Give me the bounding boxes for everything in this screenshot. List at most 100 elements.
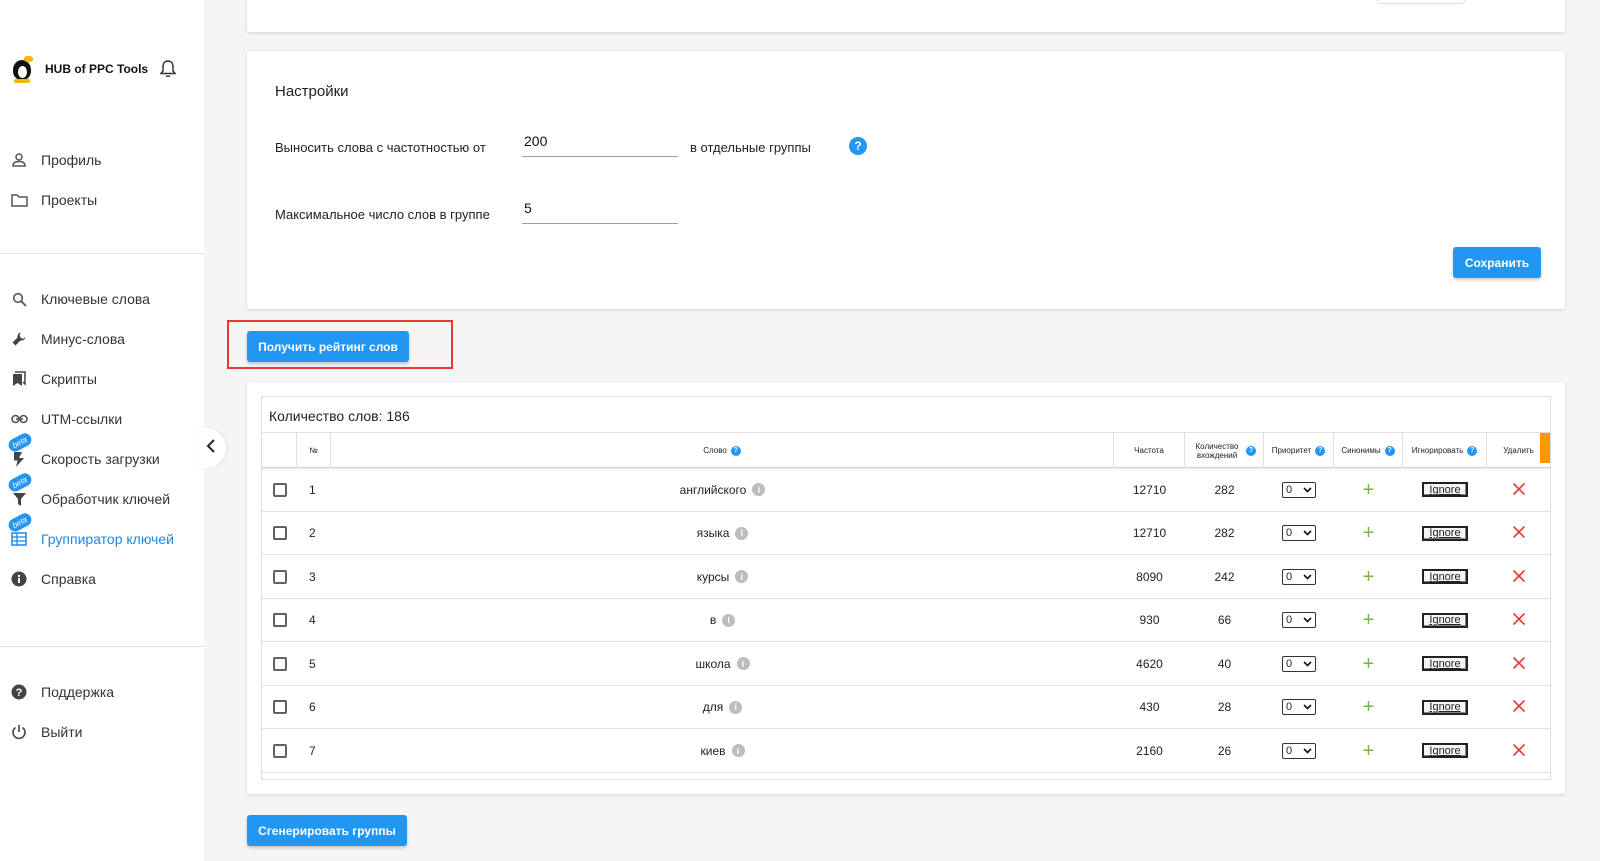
- generate-groups-button[interactable]: Сгенерировать группы: [247, 815, 407, 846]
- row-checkbox[interactable]: [272, 569, 287, 584]
- add-synonym-plus-icon[interactable]: +: [1363, 654, 1375, 674]
- header-priority-label: Приоритет: [1271, 446, 1312, 455]
- info-icon[interactable]: i: [722, 613, 736, 627]
- table-body: 1 английского i 12710 282 0 + Ignore 2 яз…: [262, 468, 1550, 773]
- priority-select[interactable]: 0: [1282, 481, 1316, 498]
- add-synonym-plus-icon[interactable]: +: [1363, 567, 1375, 587]
- help-icon[interactable]: ?: [730, 445, 741, 456]
- help-icon[interactable]: ?: [1315, 445, 1326, 456]
- row-synonyms-cell: +: [1334, 729, 1403, 772]
- ignore-button[interactable]: Ignore: [1422, 482, 1468, 497]
- sidebar-item-key-processor[interactable]: beta Обработчик ключей: [0, 471, 204, 519]
- row-checkbox[interactable]: [272, 482, 287, 497]
- sidebar-item-keywords[interactable]: Ключевые слова: [0, 279, 204, 319]
- row-occurrences: 66: [1217, 613, 1232, 627]
- add-synonym-plus-icon[interactable]: +: [1363, 480, 1375, 500]
- sidebar-item-logout[interactable]: Выйти: [0, 712, 204, 752]
- row-checkbox[interactable]: [272, 700, 287, 714]
- table-header: № Слово? Частота Количество вхождений? П…: [262, 432, 1550, 468]
- delete-x-icon[interactable]: [1512, 480, 1526, 500]
- sidebar-item-help[interactable]: Справка: [0, 559, 204, 599]
- priority-select[interactable]: 0: [1282, 699, 1316, 715]
- row-frequency: 8090: [1136, 569, 1163, 584]
- info-icon[interactable]: i: [752, 483, 766, 496]
- get-word-rating-button[interactable]: Получить рейтинг слов: [247, 331, 409, 362]
- delete-x-icon[interactable]: [1512, 567, 1526, 587]
- row-word: в: [709, 613, 717, 627]
- ignore-button[interactable]: Ignore: [1422, 699, 1468, 715]
- max-words-label: Максимальное число слов в группе: [275, 207, 490, 222]
- add-synonym-plus-icon[interactable]: +: [1363, 697, 1375, 717]
- info-icon[interactable]: i: [731, 744, 745, 757]
- row-checkbox[interactable]: [272, 613, 287, 627]
- sidebar-item-negative-words[interactable]: Минус-слова: [0, 319, 204, 359]
- priority-value: 0: [1286, 701, 1293, 713]
- info-icon[interactable]: i: [729, 700, 743, 714]
- help-icon[interactable]: ?: [1246, 445, 1256, 456]
- header-priority[interactable]: Приоритет?: [1264, 433, 1334, 468]
- scrollbar-thumb[interactable]: [1540, 433, 1550, 463]
- add-synonym-plus-icon[interactable]: +: [1363, 610, 1375, 630]
- ignore-button[interactable]: Ignore: [1422, 569, 1468, 584]
- add-synonym-plus-icon[interactable]: +: [1363, 523, 1375, 543]
- sidebar-item-label: Скорость загрузки: [41, 451, 160, 467]
- delete-x-icon[interactable]: [1512, 741, 1526, 761]
- priority-value: 0: [1286, 570, 1293, 583]
- table-row: 6 для i 430 28 0 + Ignore: [262, 686, 1550, 729]
- brand[interactable]: HUB of PPC Tools: [8, 52, 177, 86]
- priority-select[interactable]: 0: [1282, 568, 1316, 585]
- row-checkbox[interactable]: [272, 743, 287, 758]
- ignore-button[interactable]: Ignore: [1422, 525, 1468, 541]
- header-frequency[interactable]: Частота: [1114, 433, 1185, 468]
- priority-value: 0: [1286, 657, 1293, 670]
- save-button[interactable]: Сохранить: [1453, 247, 1541, 278]
- row-occurrences: 28: [1217, 700, 1232, 714]
- freq-input[interactable]: 200: [522, 129, 678, 157]
- priority-select[interactable]: 0: [1282, 525, 1316, 541]
- header-word[interactable]: Слово?: [331, 433, 1114, 468]
- max-words-input[interactable]: 5: [522, 196, 678, 224]
- sidebar-item-profile[interactable]: Профиль: [0, 140, 204, 180]
- row-checkbox[interactable]: [272, 526, 287, 540]
- add-synonym-plus-icon[interactable]: +: [1363, 741, 1375, 761]
- row-delete-cell: [1487, 686, 1550, 729]
- flash-icon: beta: [6, 431, 34, 468]
- priority-select[interactable]: 0: [1282, 612, 1316, 628]
- ignore-button[interactable]: Ignore: [1422, 743, 1468, 758]
- header-synonyms[interactable]: Синонимы?: [1334, 433, 1403, 468]
- sidebar-item-utm-links[interactable]: UTM-ссылки: [0, 399, 204, 439]
- row-word: курсы: [696, 569, 730, 584]
- priority-select[interactable]: 0: [1282, 655, 1316, 672]
- sidebar-item-scripts[interactable]: Скрипты: [0, 359, 204, 399]
- sidebar-item-support[interactable]: ? Поддержка: [0, 672, 204, 712]
- sidebar-item-load-speed[interactable]: beta Скорость загрузки: [0, 431, 204, 479]
- link-icon: [10, 410, 28, 428]
- delete-x-icon[interactable]: [1512, 610, 1526, 630]
- header-ignore[interactable]: Игнорировать?: [1403, 433, 1487, 468]
- delete-x-icon[interactable]: [1512, 523, 1526, 543]
- sidebar-item-projects[interactable]: Проекты: [0, 180, 204, 220]
- help-icon[interactable]: ?: [849, 137, 867, 155]
- bell-icon[interactable]: [160, 60, 177, 78]
- info-icon[interactable]: i: [735, 526, 749, 540]
- row-synonyms-cell: +: [1334, 468, 1403, 511]
- info-icon[interactable]: i: [736, 657, 750, 670]
- brand-name: HUB of PPC Tools: [45, 62, 149, 76]
- ignore-button[interactable]: Ignore: [1422, 612, 1468, 628]
- priority-select[interactable]: 0: [1282, 742, 1316, 759]
- delete-x-icon[interactable]: [1512, 697, 1526, 717]
- help-icon[interactable]: ?: [1467, 445, 1478, 456]
- ignore-button[interactable]: Ignore: [1422, 656, 1468, 671]
- collapse-sidebar-button[interactable]: [196, 428, 226, 468]
- row-checkbox[interactable]: [272, 656, 287, 671]
- info-icon[interactable]: i: [735, 570, 749, 583]
- header-occurrences[interactable]: Количество вхождений?: [1185, 433, 1264, 468]
- sidebar-item-label: Проекты: [41, 192, 98, 208]
- row-number: 7: [309, 743, 316, 758]
- help-icon[interactable]: ?: [1384, 445, 1395, 456]
- folder-icon: [10, 191, 28, 209]
- sidebar-item-key-grouper[interactable]: beta Группиратор ключей: [0, 511, 204, 559]
- sidebar: HUB of PPC Tools Профиль Проекты Ключевы…: [0, 0, 204, 861]
- delete-x-icon[interactable]: [1512, 654, 1526, 674]
- row-word-cell: школа i: [331, 642, 1114, 685]
